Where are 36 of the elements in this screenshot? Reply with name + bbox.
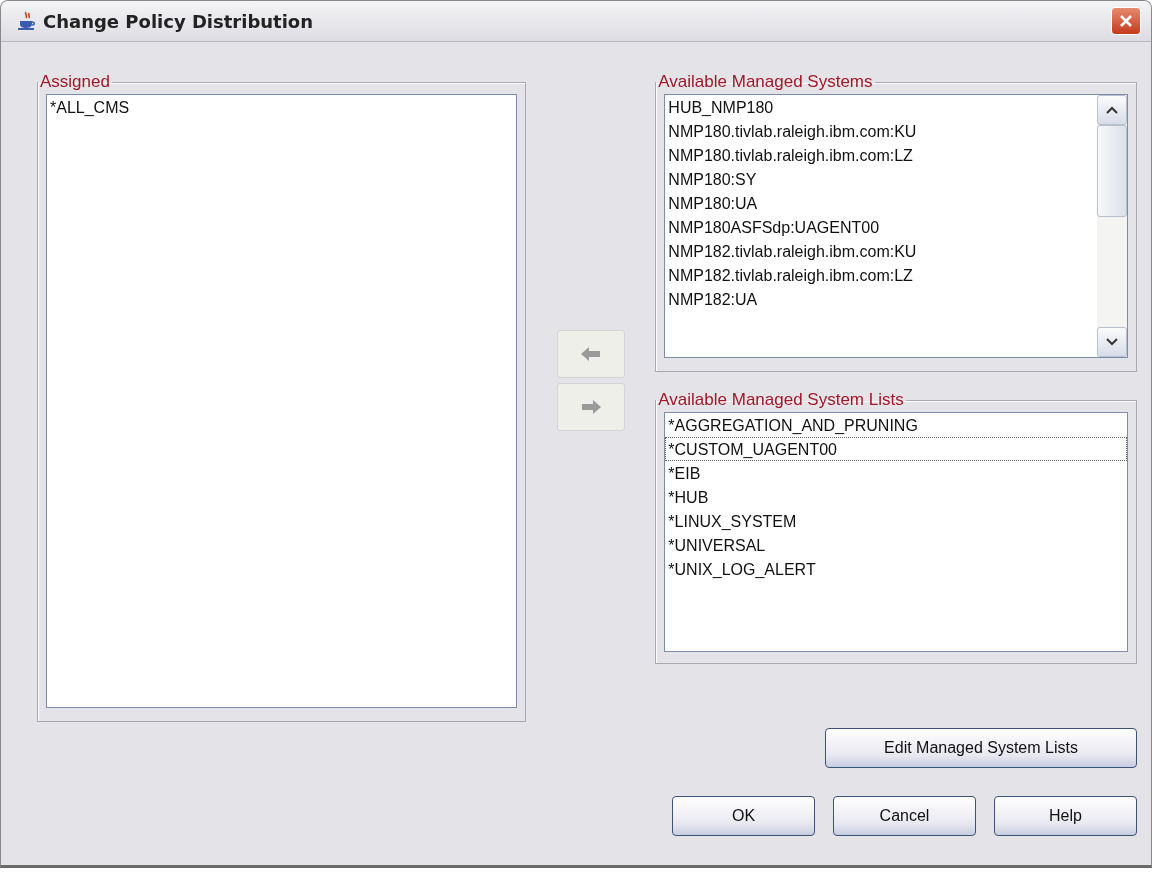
list-item[interactable]: NMP182:UA	[665, 287, 1097, 311]
list-item[interactable]: NMP180.tivlab.raleigh.ibm.com:LZ	[665, 143, 1097, 167]
left-arrow-icon	[580, 346, 601, 362]
coffee-cup-icon	[17, 10, 37, 32]
list-item[interactable]: *UNIVERSAL	[665, 533, 1127, 557]
list-item[interactable]: *HUB	[665, 485, 1127, 509]
chevron-down-icon	[1106, 338, 1118, 346]
list-item[interactable]: *ALL_CMS	[47, 95, 516, 119]
list-item[interactable]: NMP180.tivlab.raleigh.ibm.com:KU	[665, 119, 1097, 143]
list-item[interactable]: *LINUX_SYSTEM	[665, 509, 1127, 533]
window-title: Change Policy Distribution	[43, 10, 315, 32]
group-title: Available Managed System Lists	[657, 390, 905, 410]
list-item[interactable]: NMP182.tivlab.raleigh.ibm.com:LZ	[665, 263, 1097, 287]
list-item[interactable]: *EIB	[665, 461, 1127, 485]
group-title: Assigned	[39, 72, 111, 92]
close-button[interactable]	[1111, 7, 1141, 35]
dialog-button[interactable]: Cancel	[833, 796, 976, 836]
list-item[interactable]: HUB_NMP180	[665, 95, 1097, 119]
scroll-down-button[interactable]	[1097, 327, 1127, 357]
list-item[interactable]: NMP180:SY	[665, 167, 1097, 191]
list-item[interactable]: NMP180ASFSdp:UAGENT00	[665, 215, 1097, 239]
dialog-button[interactable]: Help	[994, 796, 1137, 836]
edit-lists-button[interactable]: Edit Managed System Lists	[825, 728, 1137, 768]
close-icon	[1119, 14, 1133, 28]
dialog-button[interactable]: OK	[672, 796, 815, 836]
list-item[interactable]: *CUSTOM_UAGENT00	[665, 437, 1127, 461]
list-item[interactable]: NMP182.tivlab.raleigh.ibm.com:KU	[665, 239, 1097, 263]
list-item[interactable]: *AGGREGATION_AND_PRUNING	[665, 413, 1127, 437]
list-item[interactable]: NMP180:UA	[665, 191, 1097, 215]
scroll-up-button[interactable]	[1097, 95, 1127, 125]
scrollbar[interactable]	[1097, 95, 1127, 357]
list-item[interactable]: *UNIX_LOG_ALERT	[665, 557, 1127, 581]
chevron-up-icon	[1106, 106, 1118, 114]
group-title: Available Managed Systems	[657, 72, 874, 92]
scroll-thumb[interactable]	[1097, 125, 1127, 217]
right-arrow-icon	[580, 399, 601, 415]
